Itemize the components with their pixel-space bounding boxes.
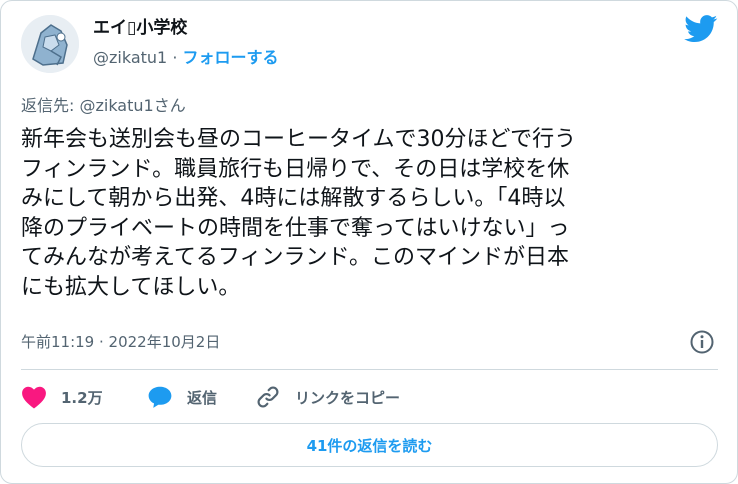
display-name[interactable]: エイ▯小学校 [93,17,187,39]
twitter-bird-icon[interactable] [684,15,718,43]
copy-link-button[interactable]: リンクをコピー [255,383,400,411]
timestamp[interactable]: 午前11:19 · 2022年10月2日 [21,331,220,353]
speech-bubble-icon [148,386,172,408]
reply-to-label: 返信先: @zikatu1さん [21,96,186,115]
heart-icon [22,386,46,409]
separator: · [172,48,178,67]
link-icon [257,386,279,408]
reply-label: 返信 [187,388,218,407]
copy-link-label: リンクをコピー [295,388,401,407]
like-button[interactable]: 1.2万 [21,383,103,411]
handle-row: @zikatu1 · フォローする [93,47,279,69]
like-count: 1.2万 [61,388,103,407]
follow-button[interactable]: フォローする [183,48,279,67]
tweet-card: エイ▯小学校 @zikatu1 · フォローする 返信先: @zikatu1さん… [0,0,738,484]
reply-button[interactable]: 返信 [147,383,217,411]
info-icon[interactable] [689,329,715,355]
divider [21,369,718,370]
handle[interactable]: @zikatu1 [93,48,167,67]
tweet-text: 新年会も送別会も昼のコーヒータイムで30分ほどで行う フィンランド。職員旅行も日… [21,127,577,300]
avatar[interactable] [21,15,79,73]
read-replies-button[interactable]: 41件の返信を読む [21,423,718,467]
